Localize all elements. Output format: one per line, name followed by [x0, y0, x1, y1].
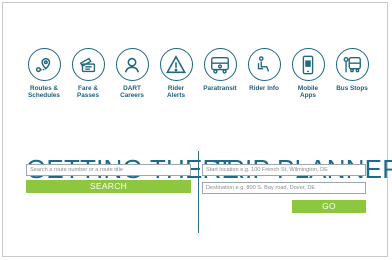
- destination-input[interactable]: [202, 182, 366, 194]
- person-icon: [115, 48, 149, 81]
- routes-schedules-link[interactable]: Routes & Schedules: [24, 48, 64, 99]
- tile-label: Rider Alerts: [166, 85, 186, 99]
- quick-links: Routes & Schedules Fare & Passes DART Ca…: [24, 48, 372, 104]
- section-divider: [198, 151, 199, 233]
- tile-label: Rider Info: [249, 85, 279, 92]
- tile-label: Paratransit: [203, 85, 237, 92]
- map-pin-icon: [27, 48, 61, 81]
- paratransit-link[interactable]: Paratransit: [200, 48, 240, 92]
- seated-rider-icon: [247, 48, 281, 81]
- route-search-input[interactable]: [26, 164, 191, 176]
- bus-stop-icon: [335, 48, 369, 81]
- mobile-apps-link[interactable]: Mobile Apps: [288, 48, 328, 99]
- tile-label: Routes & Schedules: [28, 85, 60, 99]
- fare-passes-link[interactable]: Fare & Passes: [68, 48, 108, 99]
- dart-careers-link[interactable]: DART Careers: [112, 48, 152, 99]
- ticket-icon: [71, 48, 105, 81]
- page-frame: [2, 2, 388, 257]
- search-button[interactable]: SEARCH: [26, 180, 191, 193]
- tile-label: Bus Stops: [336, 85, 368, 92]
- alert-icon: [159, 48, 193, 81]
- tile-label: Mobile Apps: [297, 85, 319, 99]
- rider-info-link[interactable]: Rider Info: [244, 48, 284, 92]
- mobile-phone-icon: [291, 48, 325, 81]
- tile-label: DART Careers: [120, 85, 144, 99]
- start-location-input[interactable]: [202, 164, 366, 176]
- go-button[interactable]: GO: [292, 200, 366, 213]
- paratransit-bus-icon: [203, 48, 237, 81]
- rider-alerts-link[interactable]: Rider Alerts: [156, 48, 196, 99]
- tile-label: Fare & Passes: [76, 85, 100, 99]
- bus-stops-link[interactable]: Bus Stops: [332, 48, 372, 92]
